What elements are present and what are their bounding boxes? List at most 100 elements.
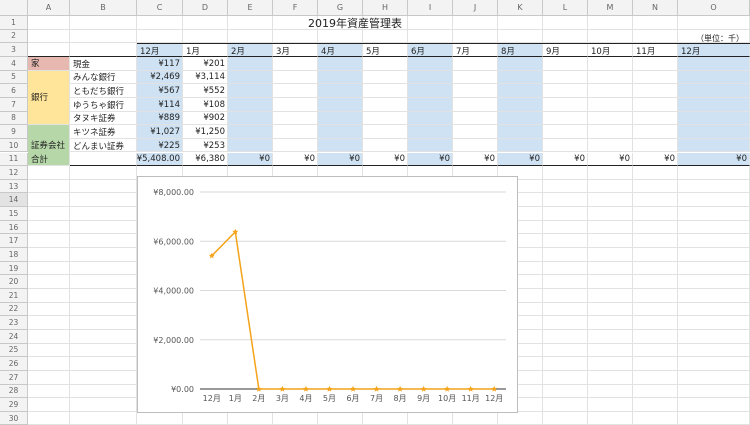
month-header[interactable]: 5月: [363, 43, 408, 57]
cell-b11[interactable]: [70, 152, 137, 167]
value-jan[interactable]: ¥253: [183, 139, 228, 153]
cell-b13[interactable]: [70, 179, 137, 194]
column-header-d[interactable]: D: [183, 0, 228, 16]
cell-m12[interactable]: [588, 166, 633, 180]
row-header-21[interactable]: 21: [0, 289, 28, 303]
cell-k10[interactable]: [498, 138, 543, 153]
cell-l7[interactable]: [543, 97, 588, 112]
cell-f9[interactable]: [273, 125, 318, 139]
month-header[interactable]: 9月: [543, 43, 588, 57]
row-header-7[interactable]: 7: [0, 97, 28, 112]
cell-j6[interactable]: [453, 84, 498, 98]
cell-b23[interactable]: [70, 316, 137, 330]
cell-o13[interactable]: [678, 179, 750, 194]
cell-o7[interactable]: [678, 97, 750, 112]
cell-g6[interactable]: [318, 84, 363, 98]
cell-b27[interactable]: [70, 370, 137, 385]
cell-i9[interactable]: [408, 125, 453, 139]
cell-a26[interactable]: [28, 357, 70, 371]
row-header-23[interactable]: 23: [0, 316, 28, 330]
row-header-12[interactable]: 12: [0, 166, 28, 180]
cell-b24[interactable]: [70, 329, 137, 344]
cell-m4[interactable]: [588, 56, 633, 71]
row-header-28[interactable]: 28: [0, 384, 28, 399]
cell-b21[interactable]: [70, 289, 137, 303]
row-header-30[interactable]: 30: [0, 411, 28, 425]
cell-a25[interactable]: [28, 343, 70, 358]
cell-l4[interactable]: [543, 56, 588, 71]
cell-e6[interactable]: [228, 84, 273, 98]
cell-i7[interactable]: [408, 97, 453, 112]
cell-m19[interactable]: [588, 261, 633, 276]
cell-b26[interactable]: [70, 357, 137, 371]
total-value[interactable]: ¥0: [543, 153, 588, 167]
cell-a21[interactable]: [28, 289, 70, 303]
account-name[interactable]: 現金: [70, 57, 137, 71]
cell-l23[interactable]: [543, 316, 588, 330]
cell-l5[interactable]: [543, 70, 588, 85]
cell-l9[interactable]: [543, 125, 588, 139]
cell-f6[interactable]: [273, 84, 318, 98]
cell-n6[interactable]: [633, 84, 678, 98]
value-dec[interactable]: ¥117: [137, 57, 183, 71]
category-1[interactable]: 家: [28, 56, 70, 71]
total-value[interactable]: ¥0: [318, 153, 363, 167]
cell-h10[interactable]: [363, 138, 408, 153]
value-jan[interactable]: ¥1,250: [183, 125, 228, 139]
cell-o18[interactable]: [678, 248, 750, 262]
cell-h8[interactable]: [363, 111, 408, 126]
cell-k6[interactable]: [498, 84, 543, 98]
cell-b1[interactable]: [70, 16, 137, 30]
month-header[interactable]: 12月: [678, 43, 750, 57]
cell-a22[interactable]: [28, 302, 70, 317]
cell-l2[interactable]: [543, 29, 588, 44]
total-value[interactable]: ¥0: [363, 153, 408, 167]
cell-h4[interactable]: [363, 56, 408, 71]
row-header-17[interactable]: 17: [0, 234, 28, 249]
cell-m29[interactable]: [588, 398, 633, 412]
cell-j4[interactable]: [453, 56, 498, 71]
cell-m26[interactable]: [588, 357, 633, 371]
cell-m28[interactable]: [588, 384, 633, 399]
cell-o15[interactable]: [678, 207, 750, 221]
account-name[interactable]: タヌキ証券: [70, 112, 137, 126]
row-header-4[interactable]: 4: [0, 56, 28, 71]
cell-h9[interactable]: [363, 125, 408, 139]
cell-e10[interactable]: [228, 138, 273, 153]
cell-n13[interactable]: [633, 179, 678, 194]
account-name[interactable]: ともだち銀行: [70, 84, 137, 98]
row-header-18[interactable]: 18: [0, 248, 28, 262]
cell-k2[interactable]: [498, 29, 543, 44]
cell-l6[interactable]: [543, 84, 588, 98]
cell-a30[interactable]: [28, 411, 70, 425]
value-dec[interactable]: ¥889: [137, 112, 183, 126]
cell-l18[interactable]: [543, 248, 588, 262]
column-header-i[interactable]: I: [408, 0, 453, 16]
cell-f8[interactable]: [273, 111, 318, 126]
cell-e7[interactable]: [228, 97, 273, 112]
cell-j2[interactable]: [453, 29, 498, 44]
value-jan[interactable]: ¥3,114: [183, 71, 228, 85]
cell-n1[interactable]: [633, 16, 678, 30]
row-header-29[interactable]: 29: [0, 398, 28, 412]
column-header-f[interactable]: F: [273, 0, 318, 16]
cell-m20[interactable]: [588, 275, 633, 289]
cell-i2[interactable]: [408, 29, 453, 44]
cell-m5[interactable]: [588, 70, 633, 85]
cell-n22[interactable]: [633, 302, 678, 317]
value-dec[interactable]: ¥1,027: [137, 125, 183, 139]
column-header-j[interactable]: J: [453, 0, 498, 16]
account-name[interactable]: どんまい証券: [70, 139, 137, 153]
cell-m16[interactable]: [588, 220, 633, 235]
cell-n15[interactable]: [633, 207, 678, 221]
cell-o19[interactable]: [678, 261, 750, 276]
column-header-e[interactable]: E: [228, 0, 273, 16]
cell-i8[interactable]: [408, 111, 453, 126]
row-header-16[interactable]: 16: [0, 220, 28, 235]
total-value[interactable]: ¥0: [228, 153, 273, 167]
cell-l8[interactable]: [543, 111, 588, 126]
month-header[interactable]: 10月: [588, 43, 633, 57]
cell-o14[interactable]: [678, 193, 750, 208]
cell-m6[interactable]: [588, 84, 633, 98]
cell-n7[interactable]: [633, 97, 678, 112]
